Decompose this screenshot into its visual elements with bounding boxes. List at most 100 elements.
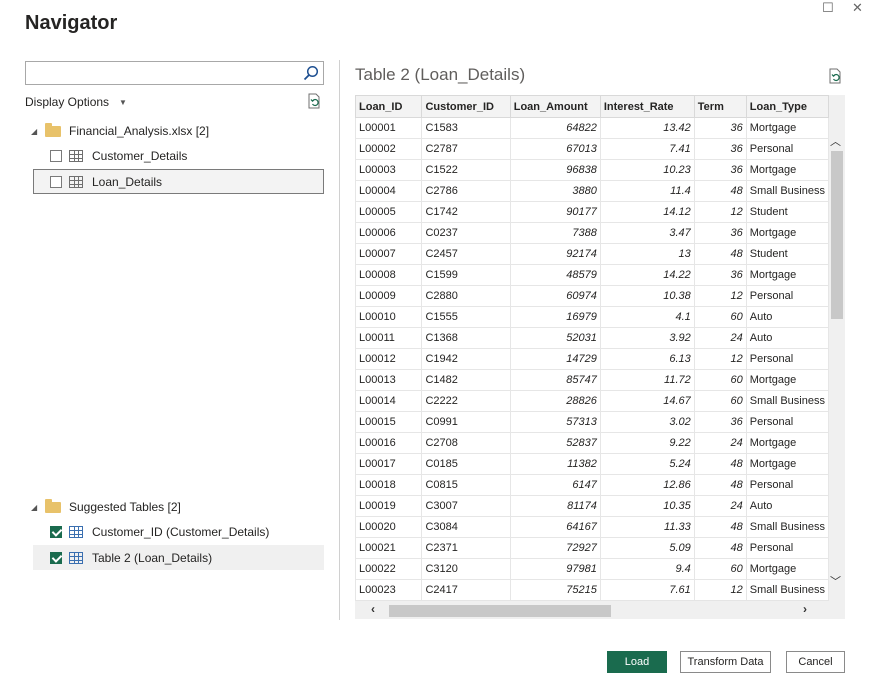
- checkbox[interactable]: [50, 150, 62, 162]
- table-cell: L00004: [355, 180, 423, 202]
- table-row: L00014 C2222 28826 14.67 60 Small Business: [355, 390, 829, 412]
- table-cell: L00007: [355, 243, 423, 265]
- column-header[interactable]: Loan_ID: [355, 95, 423, 118]
- checkbox-checked[interactable]: [50, 526, 62, 538]
- search-box[interactable]: [25, 61, 324, 85]
- cancel-button[interactable]: Cancel: [786, 651, 845, 673]
- checkbox-checked[interactable]: [50, 551, 62, 564]
- table-cell: Auto: [745, 306, 829, 328]
- vertical-scrollbar[interactable]: ︿ ﹀: [829, 95, 845, 601]
- table-row: L00003 C1522 96838 10.23 36 Mortgage: [355, 159, 829, 181]
- column-header[interactable]: Term: [693, 95, 747, 118]
- tree-item-loan-details[interactable]: Loan_Details: [33, 169, 324, 194]
- table-cell: C1482: [421, 369, 511, 391]
- suggested-label: Suggested Tables [2]: [69, 500, 181, 514]
- table-cell: C2786: [421, 180, 511, 202]
- table-cell: 81174: [509, 495, 601, 517]
- scroll-thumb[interactable]: [831, 151, 843, 319]
- table-row: L00009 C2880 60974 10.38 12 Personal: [355, 285, 829, 307]
- display-options-dropdown[interactable]: Display Options ▼: [25, 95, 127, 109]
- table-cell: L00003: [355, 159, 423, 181]
- tree-item-customer-id[interactable]: Customer_ID (Customer_Details): [50, 520, 269, 544]
- table-cell: 12: [693, 201, 747, 223]
- horizontal-scrollbar[interactable]: ‹ ›: [355, 601, 845, 619]
- table-row: L00016 C2708 52837 9.22 24 Mortgage: [355, 432, 829, 454]
- table-cell: C1368: [421, 327, 511, 349]
- column-header[interactable]: Interest_Rate: [599, 95, 695, 118]
- table-cell: 64167: [509, 516, 601, 538]
- table-cell: 11.4: [599, 180, 695, 202]
- table-cell: 48: [693, 474, 747, 496]
- refresh-icon[interactable]: [827, 68, 843, 87]
- table-cell: L00017: [355, 453, 423, 475]
- table-row: L00004 C2786 3880 11.4 48 Small Business: [355, 180, 829, 202]
- table-row: L00021 C2371 72927 5.09 48 Personal: [355, 537, 829, 559]
- transform-data-button[interactable]: Transform Data: [680, 651, 771, 673]
- tree-node-file[interactable]: ◢ Financial_Analysis.xlsx [2]: [31, 119, 209, 143]
- checkbox[interactable]: [50, 175, 62, 188]
- table-icon: [69, 175, 83, 188]
- table-cell: L00014: [355, 390, 423, 412]
- table-cell: 10.35: [599, 495, 695, 517]
- table-cell: 28826: [509, 390, 601, 412]
- table-cell: 85747: [509, 369, 601, 391]
- table-cell: 97981: [509, 558, 601, 580]
- table-row: L00019 C3007 81174 10.35 24 Auto: [355, 495, 829, 517]
- scroll-left-icon[interactable]: ‹: [371, 602, 375, 616]
- table-cell: 9.22: [599, 432, 695, 454]
- table-cell: 60: [693, 558, 747, 580]
- search-input[interactable]: [26, 62, 296, 84]
- table-cell: L00012: [355, 348, 423, 370]
- table-cell: Mortgage: [745, 159, 829, 181]
- table-cell: 52837: [509, 432, 601, 454]
- table-cell: Mortgage: [745, 264, 829, 286]
- load-button[interactable]: Load: [607, 651, 667, 673]
- table-cell: L00021: [355, 537, 423, 559]
- pane-divider[interactable]: [339, 60, 340, 620]
- table-cell: Student: [745, 243, 829, 265]
- tree-item-customer-details[interactable]: Customer_Details: [50, 144, 187, 168]
- search-icon[interactable]: [303, 65, 319, 84]
- table-row: L00023 C2417 75215 7.61 12 Small Business: [355, 579, 829, 600]
- tree-node-suggested-tables[interactable]: ◢ Suggested Tables [2]: [31, 495, 181, 519]
- close-icon[interactable]: ✕: [852, 0, 863, 16]
- table-cell: 36: [693, 117, 747, 139]
- preview-grid[interactable]: Loan_ID Customer_ID Loan_Amount Interest_Ra…: [355, 95, 829, 601]
- table-cell: Personal: [745, 348, 829, 370]
- scroll-right-icon[interactable]: ›: [803, 602, 807, 616]
- table-cell: L00019: [355, 495, 423, 517]
- table-cell: C0991: [421, 411, 511, 433]
- display-options-label: Display Options: [25, 95, 110, 109]
- data-table: Loan_ID Customer_ID Loan_Amount Interest_Ra…: [355, 95, 829, 600]
- expand-triangle-icon[interactable]: ◢: [31, 127, 41, 136]
- table-row: L00002 C2787 67013 7.41 36 Personal: [355, 138, 829, 160]
- column-header[interactable]: Loan_Amount: [509, 95, 601, 118]
- table-cell: C2880: [421, 285, 511, 307]
- table-cell: 13: [599, 243, 695, 265]
- table-cell: L00016: [355, 432, 423, 454]
- scroll-down-icon[interactable]: ﹀: [830, 573, 841, 589]
- table-cell: 57313: [509, 411, 601, 433]
- table-cell: 48579: [509, 264, 601, 286]
- table-cell: 10.38: [599, 285, 695, 307]
- preview-title: Table 2 (Loan_Details): [355, 65, 526, 84]
- table-cell: Personal: [745, 537, 829, 559]
- table-cell: L00010: [355, 306, 423, 328]
- table-cell: C2787: [421, 138, 511, 160]
- table-row: L00013 C1482 85747 11.72 60 Mortgage: [355, 369, 829, 391]
- table-cell: Mortgage: [745, 432, 829, 454]
- scroll-up-icon[interactable]: ︿: [830, 133, 841, 149]
- tree-item-table-2[interactable]: Table 2 (Loan_Details): [33, 545, 324, 570]
- expand-triangle-icon[interactable]: ◢: [31, 503, 41, 512]
- table-cell: L00006: [355, 222, 423, 244]
- table-row: L00005 C1742 90177 14.12 12 Student: [355, 201, 829, 223]
- column-header[interactable]: Loan_Type: [745, 95, 829, 118]
- table-cell: C2457: [421, 243, 511, 265]
- refresh-icon[interactable]: [306, 93, 322, 112]
- table-cell: 3.47: [599, 222, 695, 244]
- table-cell: 7.61: [599, 579, 695, 600]
- scroll-thumb[interactable]: [389, 605, 611, 617]
- maximize-icon[interactable]: ☐: [822, 0, 834, 16]
- column-header[interactable]: Customer_ID: [421, 95, 511, 118]
- table-icon: [69, 150, 83, 162]
